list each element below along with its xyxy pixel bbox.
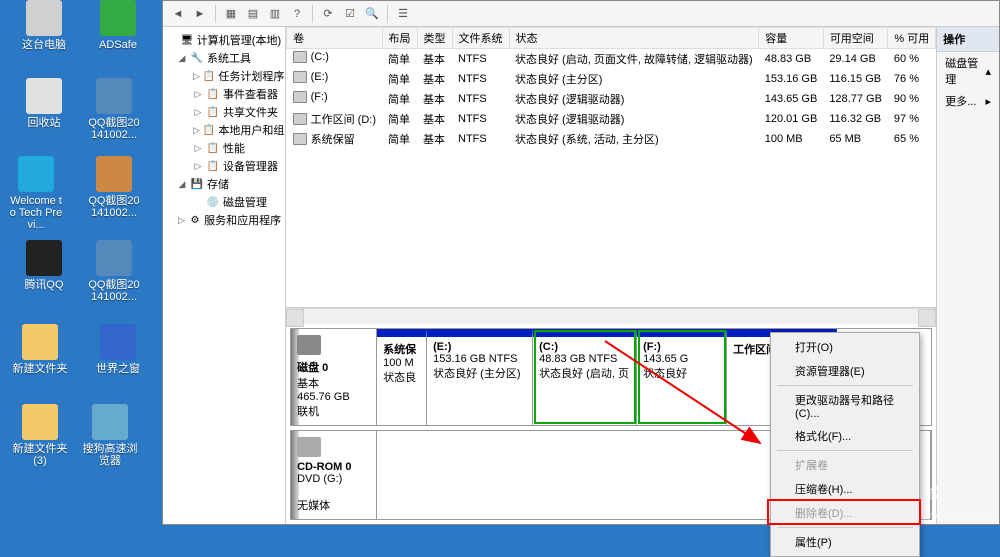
table-row[interactable]: (C:)简单基本NTFS状态良好 (启动, 页面文件, 故障转储, 逻辑驱动器)… xyxy=(287,49,936,70)
context-menu: 打开(O)资源管理器(E) 更改驱动器号和路径(C)...格式化(F)... 扩展卷… xyxy=(770,332,920,557)
list-icon[interactable]: ☰ xyxy=(394,5,412,23)
column-header[interactable]: 文件系统 xyxy=(452,28,509,49)
menu-item[interactable]: 压缩卷(H)... xyxy=(773,477,917,501)
actions-header: 操作 xyxy=(937,27,999,52)
column-header[interactable]: 容量 xyxy=(759,28,824,49)
desktop-icon[interactable]: QQ截图20141002... xyxy=(86,240,142,303)
action-icon[interactable]: ☑ xyxy=(341,5,359,23)
grid2-icon[interactable]: ▤ xyxy=(244,5,262,23)
tree-item[interactable]: ▷📋设备管理器 xyxy=(165,157,283,175)
actions-more[interactable]: 更多...▸ xyxy=(937,90,999,112)
cdrom-header[interactable]: CD-ROM 0 DVD (G:) 无媒体 xyxy=(291,431,377,519)
tree-item[interactable]: ▷📋本地用户和组 xyxy=(165,121,283,139)
desktop-icon[interactable]: 搜狗高速浏览器 xyxy=(82,404,138,467)
table-row[interactable]: 系统保留简单基本NTFS状态良好 (系统, 活动, 主分区)100 MB65 M… xyxy=(287,129,936,149)
table-row[interactable]: (F:)简单基本NTFS状态良好 (逻辑驱动器)143.65 GB128.77 … xyxy=(287,89,936,109)
menu-item[interactable]: 扩展卷 xyxy=(773,453,917,477)
desktop-icon[interactable]: Welcome to Tech Previ... xyxy=(8,156,64,231)
disk-icon xyxy=(297,335,321,355)
desktop-icon[interactable]: 世界之窗 xyxy=(90,324,146,375)
collapse-icon: ▴ xyxy=(985,65,991,78)
column-header[interactable]: 卷 xyxy=(287,28,382,49)
menu-item[interactable]: 更改驱动器号和路径(C)... xyxy=(773,388,917,424)
grid1-icon[interactable]: ▦ xyxy=(222,5,240,23)
actions-disk-mgmt[interactable]: 磁盘管理▴ xyxy=(937,52,999,90)
desktop-icon[interactable]: 回收站 xyxy=(16,78,72,129)
actions-pane: 操作 磁盘管理▴ 更多...▸ xyxy=(937,27,999,524)
partition[interactable]: (F:)143.65 G状态良好 xyxy=(637,329,727,425)
desktop-icon[interactable]: 新建文件夹 xyxy=(12,324,68,375)
column-header[interactable]: 布局 xyxy=(382,28,417,49)
refresh-icon[interactable]: ⟳ xyxy=(319,5,337,23)
tree-root[interactable]: 🖥计算机管理(本地) xyxy=(165,31,283,49)
column-header[interactable]: 类型 xyxy=(417,28,452,49)
menu-item[interactable]: 删除卷(D)... xyxy=(773,501,917,525)
column-header[interactable]: % 可用 xyxy=(888,28,936,49)
drive-icon xyxy=(293,113,307,125)
drive-icon xyxy=(293,91,307,103)
chevron-right-icon: ▸ xyxy=(985,95,991,108)
horizontal-scrollbar[interactable] xyxy=(286,308,936,324)
tree-item[interactable]: ▷📋任务计划程序 xyxy=(165,67,283,85)
tree-services[interactable]: ▷⚙服务和应用程序 xyxy=(165,211,283,229)
desktop-icon[interactable]: 新建文件夹 (3) xyxy=(12,404,68,467)
column-header[interactable]: 状态 xyxy=(509,28,759,49)
forward-icon[interactable]: ► xyxy=(191,5,209,23)
tree-system-tools[interactable]: ◢🔧系统工具 xyxy=(165,49,283,67)
tree-item[interactable]: ▷📋共享文件夹 xyxy=(165,103,283,121)
partition[interactable]: (E:)153.16 GB NTFS状态良好 (主分区) xyxy=(427,329,533,425)
toolbar: ◄ ► ▦ ▤ ▥ ? ⟳ ☑ 🔍 ☰ xyxy=(163,1,999,27)
column-header[interactable]: 可用空间 xyxy=(823,28,888,49)
tree-item[interactable]: 💿磁盘管理 xyxy=(165,193,283,211)
help-icon[interactable]: ? xyxy=(288,5,306,23)
desktop-icon[interactable]: QQ截图20141002... xyxy=(86,78,142,141)
find-icon[interactable]: 🔍 xyxy=(363,5,381,23)
menu-item[interactable]: 打开(O) xyxy=(773,335,917,359)
back-icon[interactable]: ◄ xyxy=(169,5,187,23)
desktop-icon[interactable]: 这台电脑 xyxy=(16,0,72,51)
desktop-icon[interactable]: ADSafe xyxy=(90,0,146,51)
menu-item[interactable]: 资源管理器(E) xyxy=(773,359,917,383)
drive-icon xyxy=(293,71,307,83)
menu-item[interactable]: 格式化(F)... xyxy=(773,424,917,448)
grid3-icon[interactable]: ▥ xyxy=(266,5,284,23)
desktop-icon[interactable]: 腾讯QQ xyxy=(16,240,72,291)
partition[interactable]: (C:)48.83 GB NTFS状态良好 (启动, 页 xyxy=(533,329,637,425)
disk0-header[interactable]: 磁盘 0 基本 465.76 GB 联机 xyxy=(291,329,377,425)
nav-tree: 🖥计算机管理(本地) ◢🔧系统工具 ▷📋任务计划程序▷📋事件查看器▷📋共享文件夹… xyxy=(163,27,286,524)
tree-storage[interactable]: ◢💾存储 xyxy=(165,175,283,193)
table-row[interactable]: 工作区间 (D:)简单基本NTFS状态良好 (逻辑驱动器)120.01 GB11… xyxy=(287,109,936,129)
drive-icon xyxy=(293,51,307,63)
cdrom-icon xyxy=(297,437,321,457)
menu-item[interactable]: 属性(P) xyxy=(773,530,917,554)
volume-table: 卷布局类型文件系统状态容量可用空间% 可用 (C:)简单基本NTFS状态良好 (… xyxy=(286,27,936,149)
tree-item[interactable]: ▷📋事件查看器 xyxy=(165,85,283,103)
drive-icon xyxy=(293,133,307,145)
partition[interactable]: 系统保100 M状态良 xyxy=(377,329,427,425)
table-row[interactable]: (E:)简单基本NTFS状态良好 (主分区)153.16 GB116.15 GB… xyxy=(287,69,936,89)
desktop-icon[interactable]: QQ截图20141002... xyxy=(86,156,142,219)
tree-item[interactable]: ▷📋性能 xyxy=(165,139,283,157)
